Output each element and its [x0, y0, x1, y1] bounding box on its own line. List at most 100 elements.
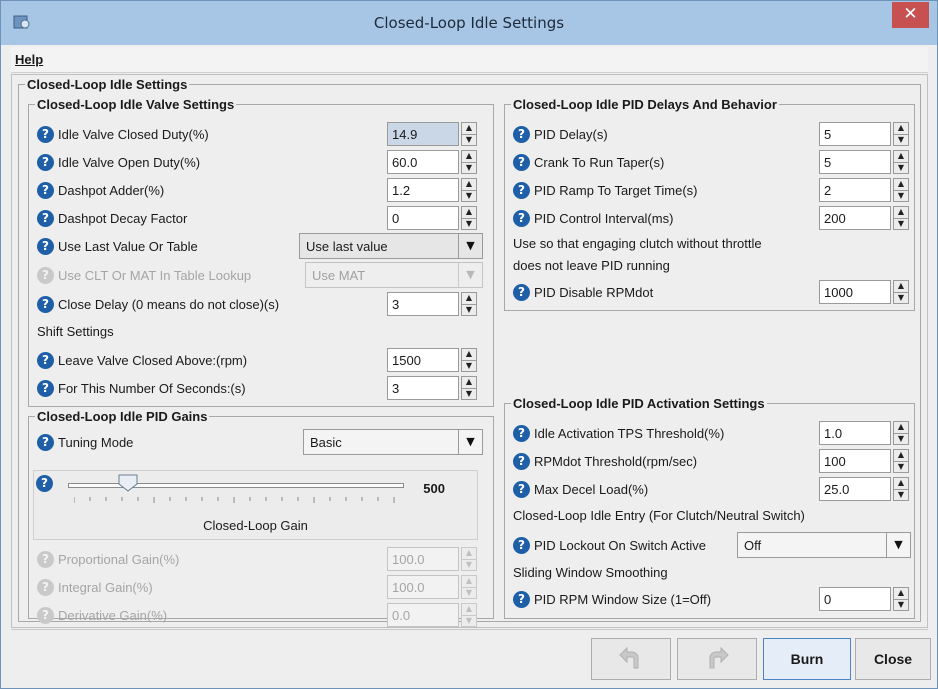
help-icon[interactable]: ?: [513, 590, 530, 608]
spin-up-icon[interactable]: ▲: [894, 207, 908, 218]
menu-help[interactable]: Help: [15, 52, 43, 67]
burn-button[interactable]: Burn: [763, 638, 851, 680]
lockout-dropdown[interactable]: Off ▼: [737, 532, 911, 558]
crank-taper-field[interactable]: [819, 150, 891, 174]
leave-closed-field[interactable]: [387, 348, 459, 372]
chevron-down-icon[interactable]: ▼: [458, 234, 482, 258]
spin-down-icon[interactable]: ▼: [894, 488, 908, 501]
seconds-field[interactable]: [387, 376, 459, 400]
pid-delay-field[interactable]: [819, 122, 891, 146]
spin-down-icon[interactable]: ▼: [462, 161, 476, 174]
seconds-label: For This Number Of Seconds:(s): [58, 380, 246, 396]
spin-up-icon[interactable]: ▲: [894, 450, 908, 461]
spin-up-icon[interactable]: ▲: [894, 588, 908, 599]
rpmdot-field[interactable]: [819, 449, 891, 473]
rpmdot-disable-field[interactable]: [819, 280, 891, 304]
spin-down-icon[interactable]: ▼: [894, 460, 908, 473]
spin-up-icon[interactable]: ▲: [462, 151, 476, 162]
interval-spin-buttons: ▲ ▼: [893, 206, 909, 230]
help-icon[interactable]: ?: [513, 283, 530, 301]
help-icon[interactable]: ?: [513, 181, 530, 199]
spin-down-icon[interactable]: ▼: [894, 161, 908, 174]
window-close-button[interactable]: ✕: [892, 2, 929, 28]
close-delay-field[interactable]: [387, 292, 459, 316]
spin-down-icon[interactable]: ▼: [462, 359, 476, 372]
help-icon[interactable]: ?: [37, 295, 54, 313]
spin-down-icon[interactable]: ▼: [894, 217, 908, 230]
help-icon[interactable]: ?: [37, 181, 54, 199]
window-size-spin-buttons: ▲ ▼: [893, 587, 909, 611]
help-icon[interactable]: ?: [513, 209, 530, 227]
open-duty-field[interactable]: [387, 150, 459, 174]
decel-field[interactable]: [819, 477, 891, 501]
close-button-label: Close: [873, 651, 913, 667]
help-icon[interactable]: ?: [37, 433, 54, 451]
closed-duty-field[interactable]: [387, 122, 459, 146]
help-icon[interactable]: ?: [37, 209, 54, 227]
tuning-mode-dropdown[interactable]: Basic ▼: [303, 429, 483, 455]
spin-down-icon[interactable]: ▼: [462, 303, 476, 316]
spin-down-icon[interactable]: ▼: [462, 387, 476, 400]
help-icon[interactable]: ?: [513, 153, 530, 171]
dashpot-adder-field[interactable]: [387, 178, 459, 202]
redo-button[interactable]: [677, 638, 757, 680]
spin-up-icon[interactable]: ▲: [462, 349, 476, 360]
spin-up-icon[interactable]: ▲: [894, 123, 908, 134]
spin-up-icon[interactable]: ▲: [462, 207, 476, 218]
crank-taper-row: ? Crank To Run Taper(s): [513, 150, 664, 174]
undo-button[interactable]: [591, 638, 671, 680]
spin-up-icon[interactable]: ▲: [462, 123, 476, 134]
help-icon[interactable]: ?: [37, 153, 54, 171]
spin-down-icon[interactable]: ▼: [894, 291, 908, 304]
use-last-dropdown[interactable]: Use last value ▼: [299, 233, 483, 259]
chevron-down-icon[interactable]: ▼: [458, 430, 482, 454]
help-icon[interactable]: ?: [37, 237, 54, 255]
spin-down-icon[interactable]: ▼: [462, 217, 476, 230]
gain-slider-value: 500: [423, 481, 445, 496]
help-icon[interactable]: ?: [513, 480, 530, 498]
help-icon[interactable]: ?: [37, 351, 54, 369]
proportional-label: Proportional Gain(%): [58, 551, 180, 567]
help-icon: ?: [37, 550, 54, 568]
help-icon[interactable]: ?: [513, 452, 530, 470]
leave-closed-label: Leave Valve Closed Above:(rpm): [58, 352, 248, 368]
derivative-spin-buttons: ▲ ▼: [461, 603, 477, 627]
tps-row: ? Idle Activation TPS Threshold(%): [513, 421, 724, 445]
spin-up-icon[interactable]: ▲: [462, 377, 476, 388]
dashpot-decay-spinner: ▲ ▼: [387, 206, 477, 230]
integral-row: ? Integral Gain(%): [37, 575, 153, 599]
burn-button-label: Burn: [790, 651, 824, 667]
closed-duty-spinner: ▲ ▼: [387, 122, 477, 146]
spin-up-icon[interactable]: ▲: [462, 179, 476, 190]
close-button[interactable]: Close: [855, 638, 931, 680]
help-icon[interactable]: ?: [37, 379, 54, 397]
spin-up-icon[interactable]: ▲: [894, 281, 908, 292]
spin-down-icon[interactable]: ▼: [894, 133, 908, 146]
tps-spinner: ▲ ▼: [819, 421, 909, 445]
spin-up-icon[interactable]: ▲: [894, 179, 908, 190]
spin-down-icon[interactable]: ▼: [894, 189, 908, 202]
tps-field[interactable]: [819, 421, 891, 445]
window-size-field[interactable]: [819, 587, 891, 611]
dashpot-decay-field[interactable]: [387, 206, 459, 230]
spin-up-icon[interactable]: ▲: [894, 478, 908, 489]
spin-down-icon[interactable]: ▼: [462, 133, 476, 146]
help-icon[interactable]: ?: [513, 424, 530, 442]
spin-down-icon[interactable]: ▼: [894, 432, 908, 445]
spin-down-icon[interactable]: ▼: [894, 598, 908, 611]
spin-up-icon[interactable]: ▲: [894, 151, 908, 162]
closed-duty-spin-buttons: ▲ ▼: [461, 122, 477, 146]
spin-up-icon[interactable]: ▲: [462, 293, 476, 304]
chevron-down-icon[interactable]: ▼: [886, 533, 910, 557]
interval-field[interactable]: [819, 206, 891, 230]
gain-slider-thumb[interactable]: [118, 474, 138, 492]
ramp-field[interactable]: [819, 178, 891, 202]
spin-down-icon[interactable]: ▼: [462, 189, 476, 202]
spin-up-icon[interactable]: ▲: [894, 422, 908, 433]
closed-duty-label: Idle Valve Closed Duty(%): [58, 126, 209, 142]
help-icon[interactable]: ?: [513, 125, 530, 143]
interval-spinner: ▲ ▼: [819, 206, 909, 230]
help-icon[interactable]: ?: [36, 475, 53, 492]
help-icon[interactable]: ?: [513, 536, 530, 554]
help-icon[interactable]: ?: [37, 125, 54, 143]
